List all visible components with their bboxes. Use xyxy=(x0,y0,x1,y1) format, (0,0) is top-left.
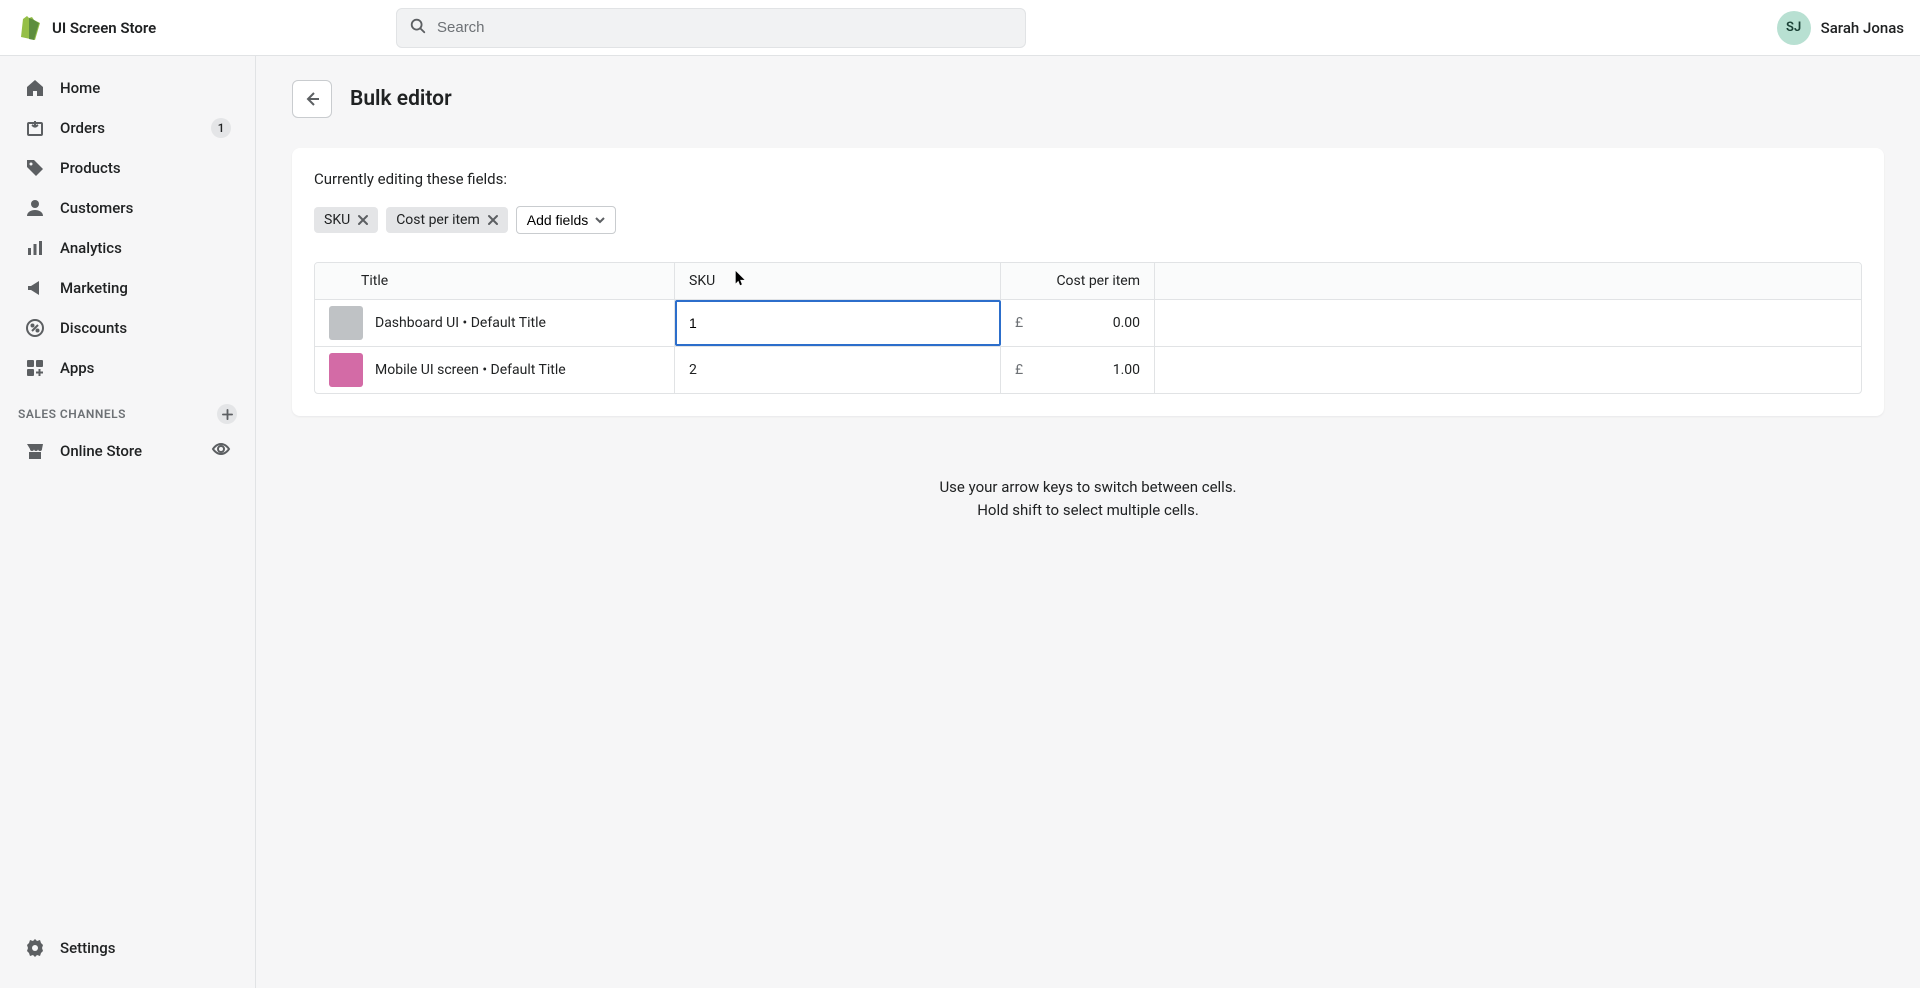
search-input[interactable] xyxy=(437,19,1013,36)
table-row: Mobile UI screen • Default Title 2 £ 1.0… xyxy=(315,347,1861,393)
arrow-left-icon xyxy=(302,89,322,109)
store-name: UI Screen Store xyxy=(52,19,156,37)
sidebar-item-apps[interactable]: Apps xyxy=(6,349,249,387)
product-thumbnail xyxy=(329,353,363,387)
sidebar-item-products[interactable]: Products xyxy=(6,149,249,187)
field-chip-sku: SKU xyxy=(314,207,378,233)
sku-input[interactable] xyxy=(677,302,999,344)
discounts-icon xyxy=(24,317,46,339)
sidebar-item-label: Orders xyxy=(60,119,105,137)
col-spacer xyxy=(1155,263,1861,299)
orders-badge: 1 xyxy=(211,118,231,138)
store-icon xyxy=(24,440,46,462)
currency-symbol: £ xyxy=(1015,362,1023,378)
caret-down-icon xyxy=(595,217,605,224)
table-header-row: Title SKU Cost per item xyxy=(315,263,1861,300)
bulk-editor-grid: Title SKU Cost per item Dashboard UI • D… xyxy=(314,262,1862,394)
sidebar-item-discounts[interactable]: Discounts xyxy=(6,309,249,347)
remove-field-button[interactable] xyxy=(356,213,370,227)
chip-label: Cost per item xyxy=(396,212,480,228)
field-chip-cost: Cost per item xyxy=(386,207,508,233)
sidebar-item-orders[interactable]: Orders 1 xyxy=(6,109,249,147)
sidebar-item-label: Apps xyxy=(60,359,94,377)
view-store-icon[interactable] xyxy=(211,439,231,463)
customers-icon xyxy=(24,197,46,219)
product-thumbnail xyxy=(329,306,363,340)
add-channel-button[interactable] xyxy=(217,404,237,424)
cell-spacer xyxy=(1155,300,1861,346)
back-button[interactable] xyxy=(292,80,332,118)
sidebar-item-label: Settings xyxy=(60,939,116,957)
avatar[interactable]: SJ xyxy=(1777,11,1811,45)
col-cost: Cost per item xyxy=(1001,263,1155,299)
hint-line-2: Hold shift to select multiple cells. xyxy=(292,499,1884,522)
sidebar-item-settings[interactable]: Settings xyxy=(6,929,249,967)
table-row: Dashboard UI • Default Title £ 0.00 xyxy=(315,300,1861,347)
sidebar-item-label: Analytics xyxy=(60,239,122,257)
page-title: Bulk editor xyxy=(350,87,452,111)
search-icon xyxy=(409,17,427,39)
currency-symbol: £ xyxy=(1015,315,1023,331)
cost-cell[interactable]: £ 0.00 xyxy=(1001,300,1155,346)
analytics-icon xyxy=(24,237,46,259)
user-name: Sarah Jonas xyxy=(1821,19,1904,37)
shopify-logo-icon xyxy=(16,15,42,41)
sidebar-item-marketing[interactable]: Marketing xyxy=(6,269,249,307)
sidebar-item-label: Products xyxy=(60,159,121,177)
product-title: Dashboard UI • Default Title xyxy=(375,315,546,331)
gear-icon xyxy=(24,937,46,959)
col-sku: SKU xyxy=(675,263,1001,299)
add-fields-button[interactable]: Add fields xyxy=(516,206,616,234)
cost-value: 1.00 xyxy=(1113,362,1140,378)
title-cell[interactable]: Mobile UI screen • Default Title xyxy=(315,347,675,393)
sidebar-item-online-store[interactable]: Online Store xyxy=(6,431,249,471)
sidebar-item-label: Discounts xyxy=(60,319,127,337)
apps-icon xyxy=(24,357,46,379)
cost-cell[interactable]: £ 1.00 xyxy=(1001,347,1155,393)
sidebar-item-home[interactable]: Home xyxy=(6,69,249,107)
col-title: Title xyxy=(315,263,675,299)
sidebar-item-label: Marketing xyxy=(60,279,128,297)
home-icon xyxy=(24,77,46,99)
marketing-icon xyxy=(24,277,46,299)
add-fields-label: Add fields xyxy=(527,212,588,228)
product-title: Mobile UI screen • Default Title xyxy=(375,362,566,378)
cost-value: 0.00 xyxy=(1113,315,1140,331)
bulk-editor-card: Currently editing these fields: SKU Cost… xyxy=(292,148,1884,416)
sidebar-item-label: Online Store xyxy=(60,442,142,460)
orders-icon xyxy=(24,117,46,139)
sku-value: 2 xyxy=(689,362,986,378)
fields-label: Currently editing these fields: xyxy=(314,170,1862,188)
sidebar-item-label: Customers xyxy=(60,199,133,217)
sidebar-item-label: Home xyxy=(60,79,100,97)
remove-field-button[interactable] xyxy=(486,213,500,227)
title-cell[interactable]: Dashboard UI • Default Title xyxy=(315,300,675,346)
close-icon xyxy=(486,213,500,227)
chip-label: SKU xyxy=(324,212,350,228)
search-field[interactable] xyxy=(396,8,1026,48)
sku-cell[interactable]: 2 xyxy=(675,347,1001,393)
hint-line-1: Use your arrow keys to switch between ce… xyxy=(292,476,1884,499)
sidebar-item-analytics[interactable]: Analytics xyxy=(6,229,249,267)
plus-icon xyxy=(222,409,233,420)
close-icon xyxy=(356,213,370,227)
products-icon xyxy=(24,157,46,179)
channels-header: SALES CHANNELS xyxy=(18,407,126,421)
sidebar-item-customers[interactable]: Customers xyxy=(6,189,249,227)
sku-cell[interactable] xyxy=(675,300,1001,346)
cell-spacer xyxy=(1155,347,1861,393)
